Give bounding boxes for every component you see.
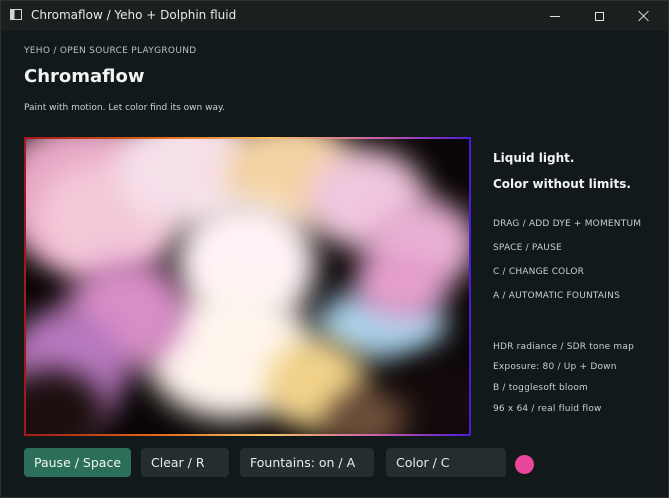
control-hint: SPACE / PAUSE [493, 243, 562, 253]
status-line: HDR radiance / SDR tone map [493, 342, 634, 352]
app-window: Chromaflow / Yeho + Dolphin fluid YEHO /… [0, 0, 669, 498]
tagline-1: Liquid light. [493, 151, 575, 165]
clear-button[interactable]: Clear / R [141, 448, 229, 477]
title-bar[interactable]: Chromaflow / Yeho + Dolphin fluid [1, 1, 668, 31]
maximize-icon [594, 11, 604, 21]
status-line: Exposure: 80 / Up + Down [493, 362, 617, 372]
fluid-canvas[interactable] [26, 139, 469, 434]
status-line: 96 x 64 / real fluid flow [493, 404, 602, 414]
control-hint: C / CHANGE COLOR [493, 267, 585, 277]
tagline-2: Color without limits. [493, 177, 631, 191]
window-title: Chromaflow / Yeho + Dolphin fluid [31, 8, 237, 22]
app-window-icon [10, 9, 22, 20]
pause-button[interactable]: Pause / Space [24, 448, 131, 477]
minimize-button[interactable] [532, 1, 578, 31]
fountains-toggle-button[interactable]: Fountains: on / A [240, 448, 374, 477]
control-hint: DRAG / ADD DYE + MOMENTUM [493, 219, 642, 229]
page-subtitle: Paint with motion. Let color find its ow… [24, 103, 225, 113]
page-title: Chromaflow [24, 66, 145, 87]
maximize-button[interactable] [576, 1, 622, 31]
close-button[interactable] [621, 1, 667, 31]
current-color-swatch[interactable] [515, 455, 534, 474]
eyebrow-label: YEHO / OPEN SOURCE PLAYGROUND [24, 46, 197, 56]
minimize-icon [550, 15, 560, 17]
control-hint: A / AUTOMATIC FOUNTAINS [493, 291, 620, 301]
status-line: B / togglesoft bloom [493, 383, 589, 393]
fluid-canvas-frame [24, 137, 471, 436]
close-icon [638, 10, 650, 22]
change-color-button[interactable]: Color / C [386, 448, 506, 477]
